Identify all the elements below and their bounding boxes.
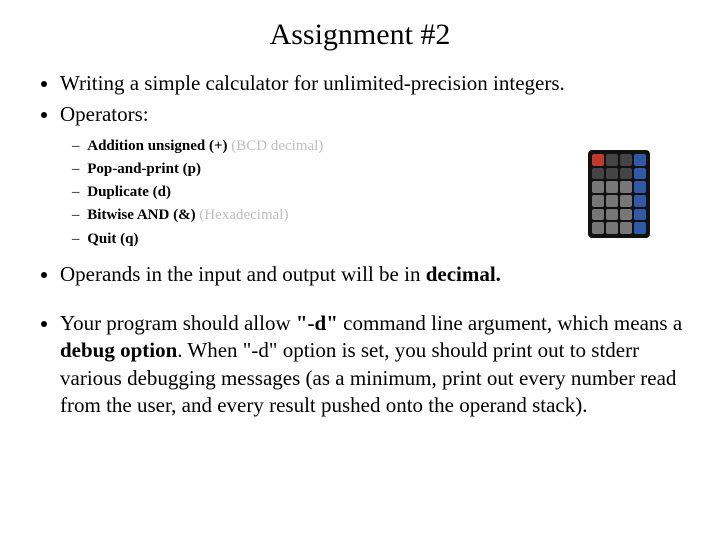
debug-pre: Your program should allow [60, 311, 296, 335]
operands-bold: decimal. [426, 262, 501, 286]
sub-pop-text: Pop-and-print (p) [87, 161, 201, 177]
debug-flag: "-d" [296, 311, 338, 335]
debug-opt: debug option [60, 338, 177, 362]
bullet-intro2-text: Operators: [60, 102, 149, 126]
sub-dup-text: Duplicate (d) [87, 184, 171, 200]
sub-addition-bold: Addition unsigned (+) [87, 138, 227, 154]
bullet-operands: Operands in the input and output will be… [60, 261, 690, 288]
sub-and-bold: Bitwise AND (&) [87, 207, 195, 223]
bullet-debug: Your program should allow "-d" command l… [60, 310, 690, 419]
main-list: Writing a simple calculator for unlimite… [30, 70, 690, 419]
slide: Assignment #2 Writing a simple calculato… [0, 0, 720, 443]
bullet-intro1: Writing a simple calculator for unlimite… [60, 70, 690, 97]
operands-pre: Operands in the input and output will be… [60, 262, 426, 286]
slide-title: Assignment #2 [30, 18, 690, 52]
sub-and-note: (Hexadecimal) [196, 207, 289, 223]
sub-quit-text: Quit (q) [87, 231, 138, 247]
calculator-image [588, 150, 650, 238]
sub-addition-note: (BCD decimal) [228, 138, 324, 154]
debug-mid: command line argument, which means a [338, 311, 682, 335]
